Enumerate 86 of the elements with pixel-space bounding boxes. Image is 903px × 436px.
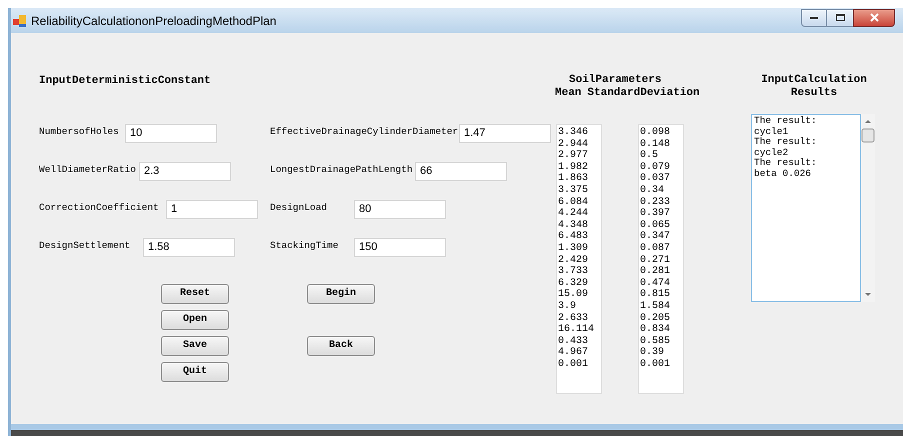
field-label: WellDiameterRatio [39, 162, 137, 176]
maximize-button[interactable] [827, 8, 853, 26]
list-item: 0.281 [640, 266, 672, 278]
list-item: 0.233 [640, 196, 672, 208]
result-line: cycle1 [754, 126, 790, 137]
field-label: DesignSettlement [39, 238, 132, 252]
list-item: 0.5 [640, 150, 660, 162]
list-item: 2.633 [558, 312, 590, 324]
form-button[interactable]: Begin [307, 284, 375, 304]
list-item: 0.34 [640, 184, 666, 197]
minimize-icon [810, 16, 818, 18]
section-heading: SoilParameters [569, 74, 662, 87]
list-item: 6.084 [558, 196, 590, 208]
list-item: 0.087 [640, 242, 672, 255]
field-label: LongestDrainagePathLength [270, 162, 414, 176]
field-label: StackingTime [270, 238, 340, 252]
input-field[interactable]: 2.3 [139, 162, 231, 180]
list-item: 2.429 [558, 254, 590, 266]
field-label: CorrectionCoefficient [39, 200, 160, 214]
list-item: 2.944 [558, 138, 590, 150]
section-heading: InputDeterministicConstant [39, 74, 212, 89]
list-item: 16.114 [558, 324, 596, 336]
list-item: 15.09 [558, 289, 590, 301]
list-item: 0.271 [640, 254, 672, 266]
list-item: 0.815 [640, 289, 672, 301]
list-item: 6.483 [558, 231, 590, 243]
list-item: 3.9 [558, 300, 578, 312]
list-item: 0.098 [640, 127, 672, 139]
list-item: 0.001 [558, 358, 590, 370]
result-line: beta 0.026 [754, 168, 812, 179]
minimize-button[interactable] [801, 8, 827, 26]
input-field[interactable]: 1 [166, 200, 258, 218]
list-item: 0.433 [558, 336, 590, 347]
list-item: 1.863 [558, 173, 590, 185]
list-item: 1.982 [558, 162, 590, 173]
input-field[interactable]: 1.47 [459, 124, 551, 142]
results-box[interactable]: The result: cycle1 The result: cycle2 The result: beta 0.026 [751, 114, 861, 302]
form-button[interactable]: Save [161, 336, 229, 356]
input-field[interactable]: 150 [354, 238, 446, 256]
list-item: 0.39 [640, 347, 666, 359]
list-item: 0.205 [640, 312, 672, 324]
list-item: 4.244 [558, 208, 590, 220]
maximize-icon [836, 14, 844, 21]
input-field[interactable]: 80 [354, 200, 446, 218]
list-item: 4.348 [558, 220, 590, 231]
field-label: DesignLoad [270, 200, 328, 214]
list-item: 1.309 [558, 242, 590, 255]
form-button[interactable]: Quit [161, 362, 229, 382]
list-item: 3.375 [558, 184, 590, 197]
list-item: 0.834 [640, 324, 672, 336]
list-item: 1.584 [640, 300, 672, 312]
list-item: 0.148 [640, 138, 672, 150]
input-field[interactable]: 66 [415, 162, 507, 180]
result-line: cycle2 [754, 148, 790, 158]
list-item: 0.474 [640, 278, 672, 289]
list-item: 2.977 [558, 150, 590, 162]
list-item: 0.065 [640, 220, 672, 231]
input-field[interactable]: 1.58 [143, 238, 235, 256]
window-title: ReliabilityCalculationonPreloadingMethodPlan [31, 12, 276, 30]
list-item: 0.397 [640, 208, 672, 220]
list-box[interactable]: 3.346 2.944 2.977 1.982 1.863 3.375 6.084 4.244 4.348 6.483 1.309 2.429 3.733 6.329 15.09 3.9 2.633 16.114 0.433 4.967 0.001 [556, 124, 602, 394]
list-item: 6.329 [558, 278, 590, 289]
result-line: The result: [754, 137, 818, 148]
list-box[interactable]: 0.098 0.148 0.5 0.079 0.037 0.34 0.233 0.397 0.065 0.347 0.087 0.271 0.281 0.474 0.815 1.584 0.205 0.834 0.585 0.39 0.001 [638, 124, 684, 394]
close-button[interactable] [853, 8, 895, 26]
result-line: The result: [754, 158, 818, 168]
list-item: 0.585 [640, 336, 672, 347]
list-item: 0.079 [640, 162, 672, 173]
form-button[interactable]: Back [307, 336, 375, 356]
list-item: 3.346 [558, 127, 590, 139]
field-label: NumbersofHoles [39, 124, 120, 138]
result-line: The result: [754, 116, 818, 126]
list-item: 0.037 [640, 173, 672, 185]
field-label: EffectiveDrainageCylinderDiameter [270, 124, 459, 138]
list-item: 4.967 [558, 347, 590, 359]
input-field[interactable]: 10 [125, 124, 217, 142]
close-icon [870, 13, 878, 22]
form-button[interactable]: Open [161, 310, 229, 330]
column-header: StandardDeviation [587, 87, 700, 100]
column-header: Mean [555, 87, 582, 100]
app-icon [13, 14, 27, 28]
section-heading: InputCalculation Results [760, 74, 868, 100]
list-item: 0.001 [640, 358, 672, 370]
list-item: 0.347 [640, 231, 672, 243]
list-item: 3.733 [558, 266, 590, 278]
form-button[interactable]: Reset [161, 284, 229, 304]
